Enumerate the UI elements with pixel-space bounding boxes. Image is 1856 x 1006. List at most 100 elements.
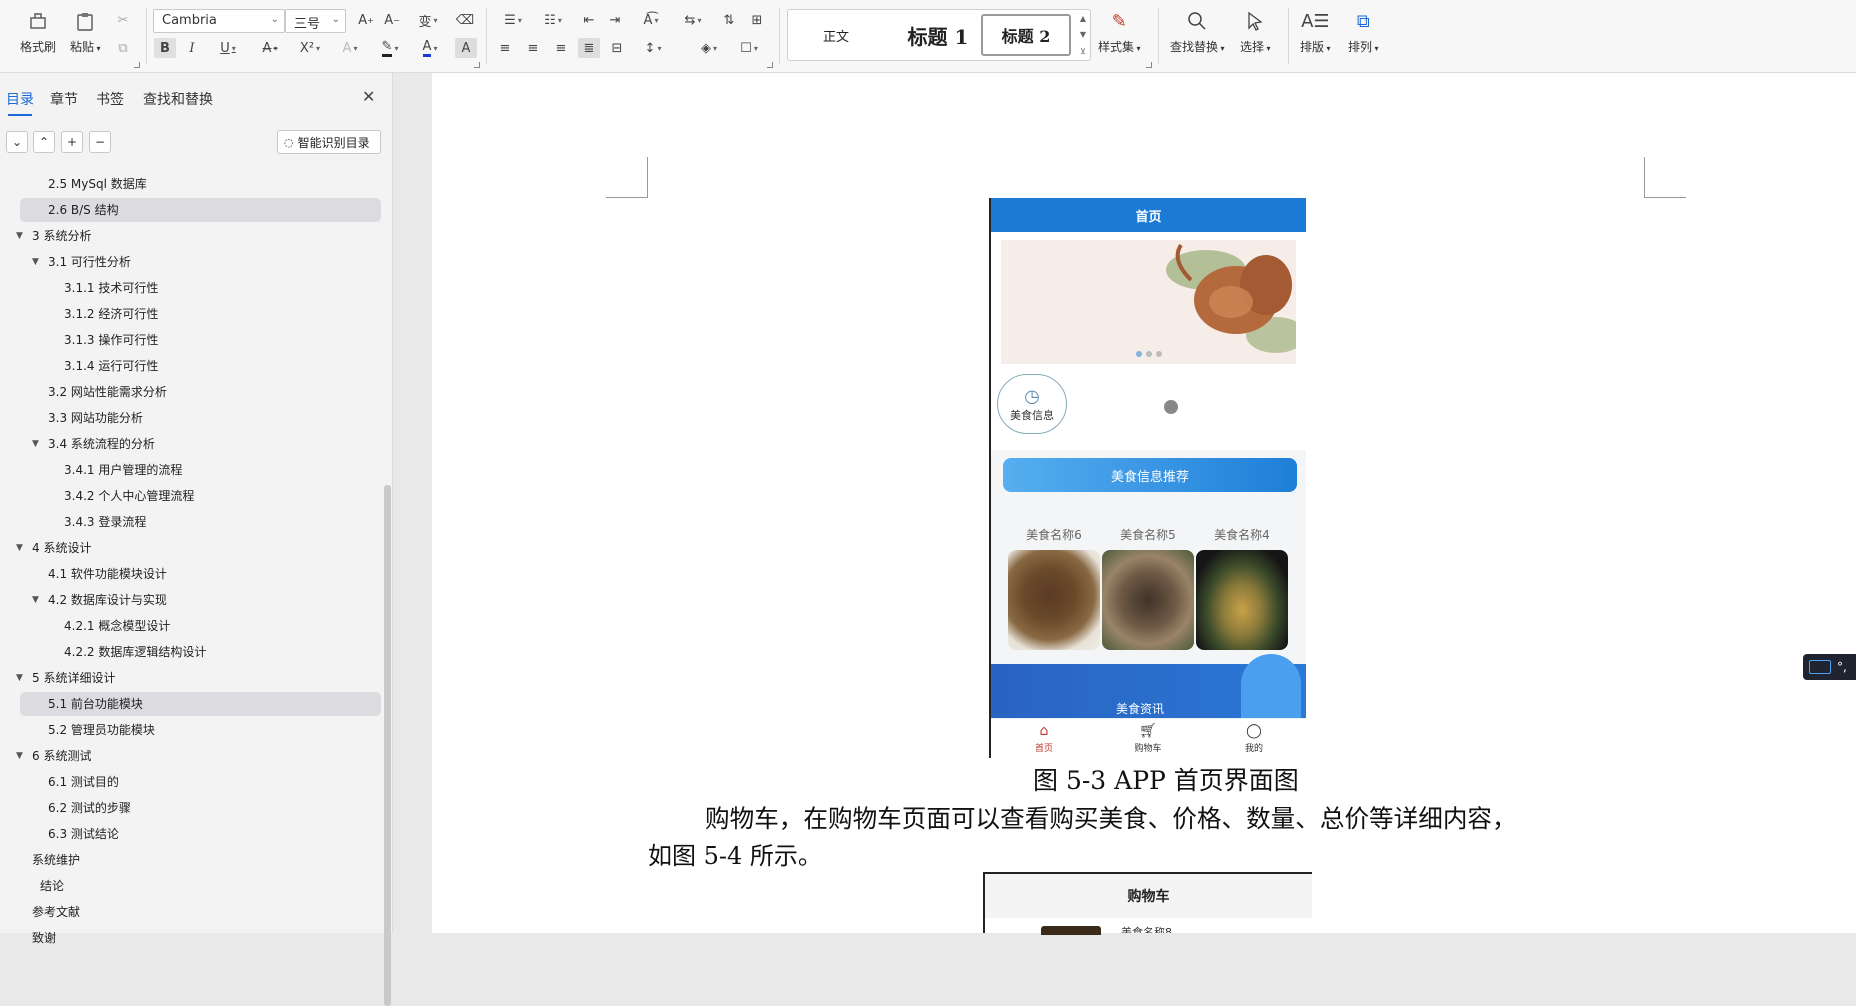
food-image[interactable] [1102, 550, 1194, 650]
expand-triangle-icon[interactable]: ▼ [16, 224, 23, 248]
toc-item[interactable]: 结论 [20, 874, 381, 898]
find-replace-button[interactable]: 查找替换 ▾ [1170, 8, 1225, 55]
toc-item[interactable]: ▼ 4.2 数据库设计与实现 [20, 588, 381, 612]
text-effects-icon[interactable]: A ▾ [333, 38, 367, 58]
layout-button[interactable]: A☰ 排版 ▾ [1300, 8, 1331, 55]
toc-item[interactable]: 4.2.2 数据库逻辑结构设计 [20, 640, 381, 664]
toc-item[interactable]: 2.5 MySql 数据库 [20, 172, 381, 196]
shrink-font-icon[interactable]: A − [381, 10, 403, 30]
align-center-icon[interactable]: ≡ [522, 38, 544, 58]
expand-triangle-icon[interactable]: ▼ [32, 250, 39, 274]
toc-item[interactable]: 6.1 测试目的 [20, 770, 381, 794]
toc-item[interactable]: 2.6 B/S 结构 [20, 198, 381, 222]
style-normal[interactable]: 正文 [794, 14, 878, 56]
ai-toc-button[interactable]: ◌ 智能识别目录 [277, 130, 381, 154]
toc-item[interactable]: 4.2.1 概念模型设计 [20, 614, 381, 638]
paragraph-dialog-launcher[interactable] [767, 62, 773, 68]
tab-toc[interactable]: 目录 [6, 89, 34, 116]
toc-item[interactable]: ▼ 5 系统详细设计 [16, 666, 381, 690]
show-marks-icon[interactable]: ⊞ [746, 10, 768, 30]
line-spacing-icon[interactable]: ↕ ▾ [638, 38, 668, 58]
tab-find-replace[interactable]: 查找和替换 [143, 89, 213, 109]
expand-triangle-icon[interactable]: ▼ [32, 432, 39, 456]
food-image[interactable] [1008, 550, 1100, 650]
sort-icon[interactable]: ⇅ [718, 10, 740, 30]
borders-icon[interactable]: ☐ ▾ [734, 38, 764, 58]
nav-scrollbar[interactable] [384, 485, 391, 1006]
phone-tab-home[interactable]: ⌂ 首页 [1009, 723, 1079, 754]
toc-item[interactable]: 参考文献 [20, 900, 381, 924]
italic-icon[interactable]: I [181, 38, 203, 58]
style-set-button[interactable]: ✎ 样式集 ▾ [1098, 8, 1141, 55]
toc-item[interactable]: 3.1.3 操作可行性 [20, 328, 381, 352]
highlight-icon[interactable]: ✎ ▾ [373, 38, 407, 58]
toc-item[interactable]: ▼ 3 系统分析 [16, 224, 381, 248]
expand-triangle-icon[interactable]: ▼ [16, 744, 23, 768]
add-heading-button[interactable]: + [61, 131, 83, 153]
toc-item[interactable]: 5.2 管理员功能模块 [20, 718, 381, 742]
font-dialog-launcher[interactable] [474, 62, 480, 68]
toc-item[interactable]: 系统维护 [20, 848, 381, 872]
superscript-icon[interactable]: X² ▾ [293, 38, 327, 58]
toc-item[interactable]: 3.2 网站性能需求分析 [20, 380, 381, 404]
underline-icon[interactable]: U ▾ [211, 38, 245, 58]
toc-item[interactable]: 3.4.2 个人中心管理流程 [20, 484, 381, 508]
styles-scroll[interactable]: ▲ ▼ ⊻ [1076, 10, 1090, 60]
toc-item[interactable]: 3.1.1 技术可行性 [20, 276, 381, 300]
strikethrough-icon[interactable]: A ▾ [253, 38, 287, 58]
clipboard-dialog-launcher[interactable] [134, 62, 140, 68]
bold-icon[interactable]: B [154, 38, 176, 58]
toc-item[interactable]: ▼ 3.4 系统流程的分析 [20, 432, 381, 456]
category-food-info[interactable]: ◷ 美食信息 [997, 374, 1067, 434]
font-color-icon[interactable]: A ▾ [413, 38, 447, 58]
font-name-select[interactable]: Cambria ⌄ [153, 9, 285, 33]
numbered-list-icon[interactable]: ☷ ▾ [538, 10, 568, 30]
toc-item[interactable]: 3.3 网站功能分析 [20, 406, 381, 430]
remove-heading-button[interactable]: − [89, 131, 111, 153]
distribute-icon[interactable]: ⊟ [606, 38, 628, 58]
toc-item[interactable]: 3.4.1 用户管理的流程 [20, 458, 381, 482]
paste-button[interactable]: 粘贴 ▾ [70, 8, 101, 55]
toc-item[interactable]: ▼ 4 系统设计 [16, 536, 381, 560]
food-image[interactable] [1196, 550, 1288, 650]
select-button[interactable]: 选择 ▾ [1240, 8, 1271, 55]
phone-tab-cart[interactable]: 🛒︎ 购物车 [1113, 723, 1183, 754]
collapse-all-button[interactable]: ⌄ [6, 131, 28, 153]
expand-icon[interactable]: ⊻ [1080, 47, 1086, 56]
toc-item[interactable]: 6.2 测试的步骤 [20, 796, 381, 820]
grow-font-icon[interactable]: A + [355, 10, 377, 30]
toc-item[interactable]: 6.3 测试结论 [20, 822, 381, 846]
align-left-icon[interactable]: ≡ [494, 38, 516, 58]
toc-item[interactable]: 5.1 前台功能模块 [20, 692, 381, 716]
styles-dialog-launcher[interactable] [1146, 62, 1152, 68]
tab-bookmarks[interactable]: 书签 [96, 89, 124, 109]
expand-triangle-icon[interactable]: ▼ [16, 666, 23, 690]
toc-item[interactable]: 3.1.2 经济可行性 [20, 302, 381, 326]
chevron-down-icon[interactable]: ▼ [1080, 30, 1086, 39]
cut-icon[interactable]: ✂ [112, 10, 134, 30]
style-heading-2[interactable]: 标题 2 [981, 14, 1071, 56]
toc-item[interactable]: ▼ 6 系统测试 [16, 744, 381, 768]
tab-sections[interactable]: 章节 [50, 89, 78, 109]
justify-icon[interactable]: ≣ [578, 38, 600, 58]
expand-triangle-icon[interactable]: ▼ [32, 588, 39, 612]
close-icon[interactable]: ✕ [362, 87, 375, 106]
align-right-icon[interactable]: ≡ [550, 38, 572, 58]
copy-icon[interactable]: ⧉ [112, 38, 134, 58]
arrange-button[interactable]: ⧉ 排列 ▾ [1348, 8, 1379, 55]
text-direction-icon[interactable]: A͡ ▾ [636, 10, 666, 30]
clear-format-icon[interactable]: ⌫ [454, 10, 476, 30]
format-painter-button[interactable]: 格式刷 [20, 8, 56, 55]
phonetic-guide-icon[interactable]: 变 ▾ [412, 10, 444, 30]
toc-item[interactable]: 3.4.3 登录流程 [20, 510, 381, 534]
chevron-up-icon[interactable]: ▲ [1080, 14, 1086, 23]
ime-indicator[interactable]: °, [1803, 654, 1856, 680]
toc-item[interactable]: 3.1.4 运行可行性 [20, 354, 381, 378]
toc-item[interactable]: ▼ 3.1 可行性分析 [20, 250, 381, 274]
shading-icon[interactable]: ◈ ▾ [694, 38, 724, 58]
bullet-list-icon[interactable]: ☰ ▾ [498, 10, 528, 30]
phone-tab-me[interactable]: ◯ 我的 [1219, 723, 1289, 754]
toc-item[interactable]: 致谢 [20, 926, 381, 950]
decrease-indent-icon[interactable]: ⇤ [578, 10, 600, 30]
move-up-button[interactable]: ⌃ [33, 131, 55, 153]
